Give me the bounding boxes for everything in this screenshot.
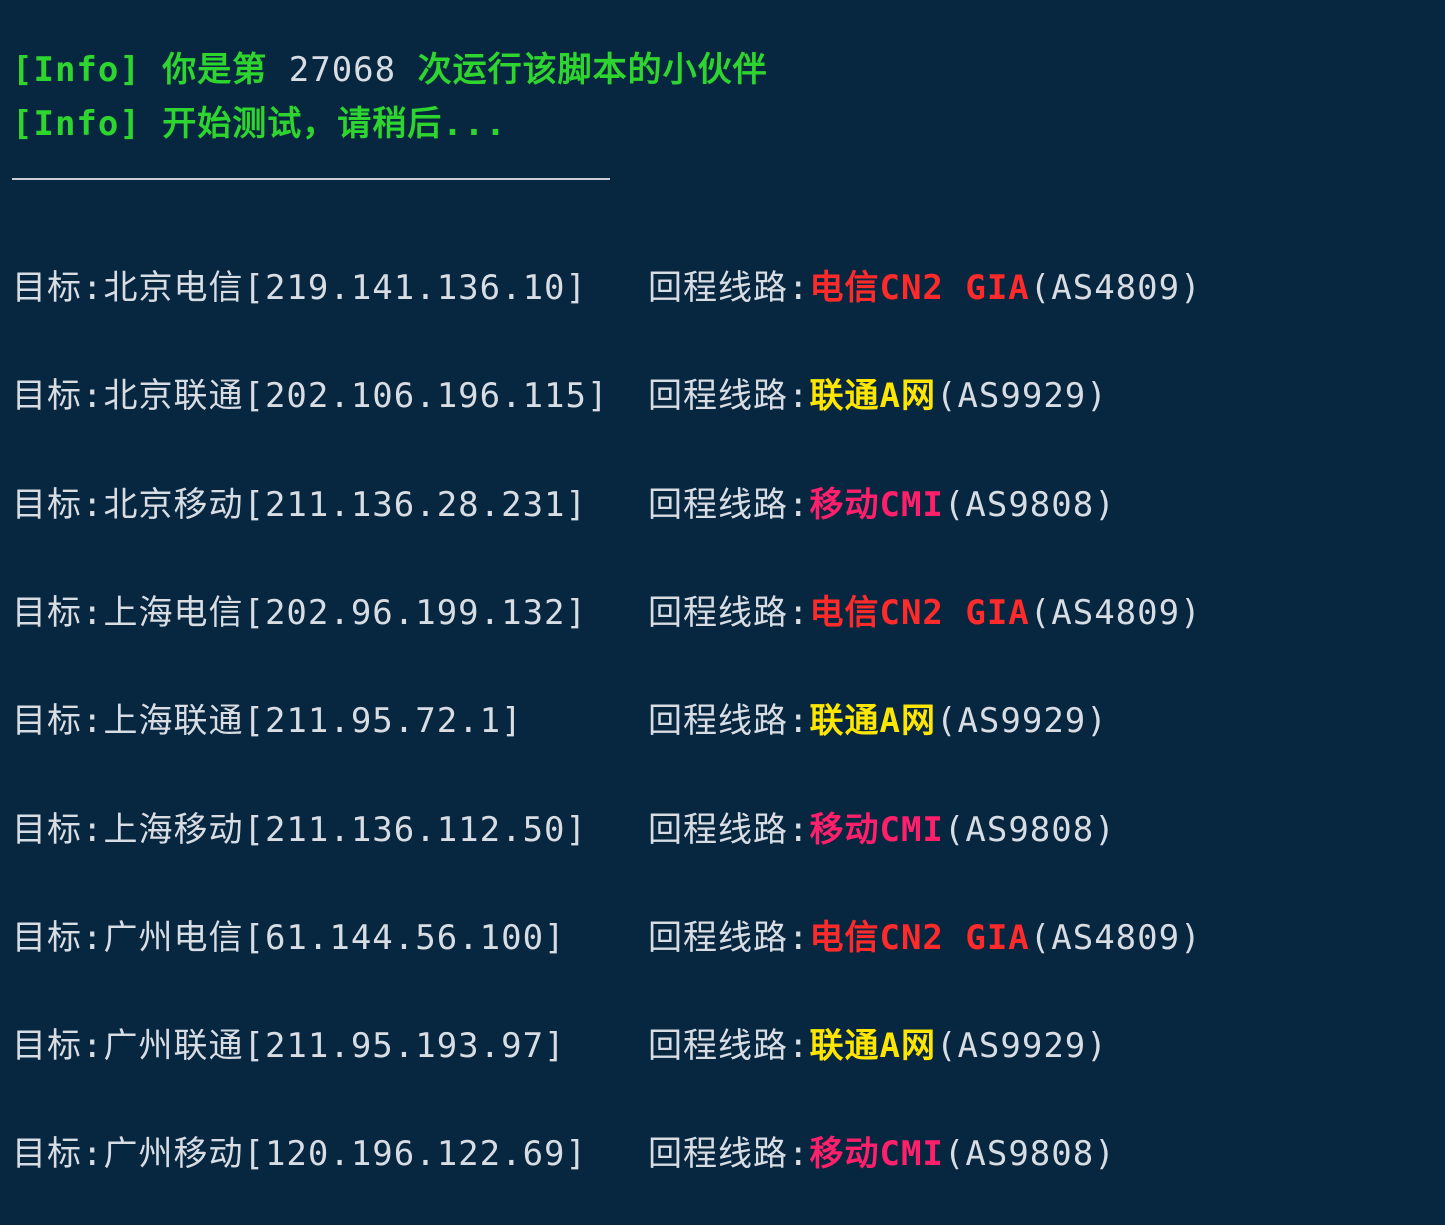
carrier-name: 联通A网 (809, 1026, 936, 1066)
target-text: 目标:广州联通[211.95.193.97] (12, 1026, 566, 1066)
target-text: 目标:广州移动[120.196.122.69] (12, 1134, 587, 1174)
asn-number: (AS4809) (1029, 918, 1202, 958)
target-text: 目标:北京联通[202.106.196.115] (12, 376, 609, 416)
route-label: 回程线路: (648, 701, 810, 741)
target-text: 目标:广州电信[61.144.56.100] (12, 918, 566, 958)
carrier-name: 电信CN2 GIA (809, 593, 1030, 633)
target-text: 目标:上海联通[211.95.72.1] (12, 701, 523, 741)
route-label: 回程线路: (648, 376, 810, 416)
route-label: 回程线路: (648, 1134, 810, 1174)
info-line-run-count: [Info] 你是第 27068 次运行该脚本的小伙伴 (12, 50, 768, 90)
info-line-start-test: [Info] 开始测试，请稍后... (12, 104, 507, 144)
asn-number: (AS9808) (943, 810, 1116, 850)
carrier-name: 移动CMI (809, 1134, 944, 1174)
target-text: 目标:北京移动[211.136.28.231] (12, 485, 587, 525)
target-text: 目标:上海电信[202.96.199.132] (12, 593, 587, 633)
asn-number: (AS4809) (1029, 268, 1202, 308)
asn-number: (AS9929) (935, 376, 1108, 416)
info-prefix: [Info] 你是第 (12, 50, 268, 90)
separator-line (12, 178, 610, 180)
route-label: 回程线路: (648, 485, 810, 525)
route-info: 回程线路:联通A网(AS9929) (648, 1022, 1108, 1070)
asn-number: (AS9929) (935, 1026, 1108, 1066)
target-text: 目标:上海移动[211.136.112.50] (12, 810, 587, 850)
route-label: 回程线路: (648, 918, 810, 958)
route-label: 回程线路: (648, 1026, 810, 1066)
route-label: 回程线路: (648, 268, 810, 308)
asn-number: (AS9929) (935, 701, 1108, 741)
route-label: 回程线路: (648, 593, 810, 633)
asn-number: (AS9808) (943, 485, 1116, 525)
route-info: 回程线路:电信CN2 GIA(AS4809) (648, 914, 1202, 962)
route-info: 回程线路:移动CMI(AS9808) (648, 806, 1116, 854)
carrier-name: 移动CMI (809, 810, 944, 850)
carrier-name: 电信CN2 GIA (809, 268, 1030, 308)
route-label: 回程线路: (648, 810, 810, 850)
asn-number: (AS4809) (1029, 593, 1202, 633)
route-info: 回程线路:电信CN2 GIA(AS4809) (648, 589, 1202, 637)
run-count: 27068 (267, 50, 418, 90)
terminal-window: [Info] 你是第 27068 次运行该脚本的小伙伴 [Info] 开始测试，… (0, 0, 1445, 1225)
route-info: 回程线路:电信CN2 GIA(AS4809) (648, 264, 1202, 312)
route-info: 回程线路:移动CMI(AS9808) (648, 481, 1116, 529)
route-info: 回程线路:移动CMI(AS9808) (648, 1130, 1116, 1178)
info-suffix: 次运行该脚本的小伙伴 (417, 50, 768, 90)
carrier-name: 移动CMI (809, 485, 944, 525)
route-info: 回程线路:联通A网(AS9929) (648, 372, 1108, 420)
carrier-name: 联通A网 (809, 376, 936, 416)
route-info: 回程线路:联通A网(AS9929) (648, 697, 1108, 745)
target-text: 目标:北京电信[219.141.136.10] (12, 268, 587, 308)
carrier-name: 联通A网 (809, 701, 936, 741)
asn-number: (AS9808) (943, 1134, 1116, 1174)
carrier-name: 电信CN2 GIA (809, 918, 1030, 958)
